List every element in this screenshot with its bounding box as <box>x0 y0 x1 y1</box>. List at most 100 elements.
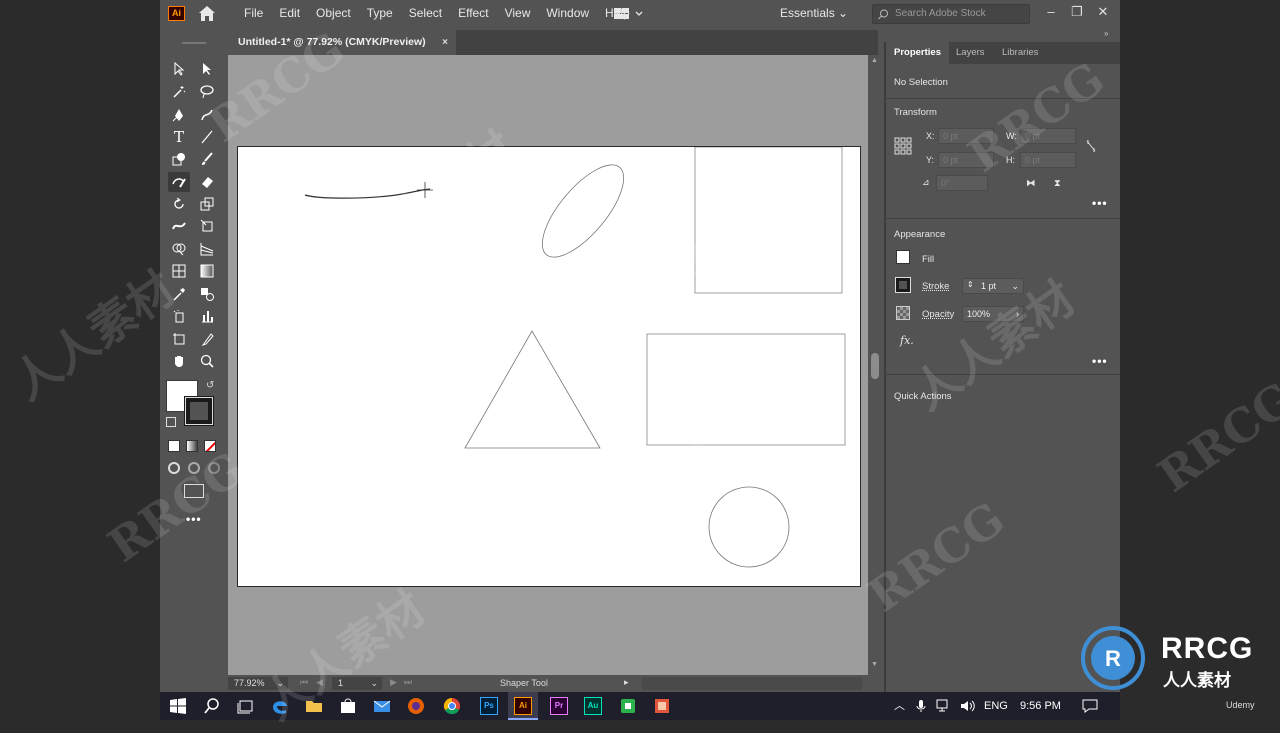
stroke-label[interactable]: Stroke <box>922 281 949 292</box>
menu-window[interactable]: Window <box>538 0 597 27</box>
width-tool-icon[interactable] <box>168 216 190 236</box>
document-tab[interactable]: Untitled-1* @ 77.92% (CMYK/Preview) × <box>228 30 456 55</box>
constrain-proportions-icon[interactable] <box>1084 138 1098 154</box>
column-graph-tool-icon[interactable] <box>196 306 218 326</box>
eraser-tool-icon[interactable] <box>196 172 218 192</box>
last-artboard-icon[interactable]: ⏭ <box>404 677 412 688</box>
premiere-icon[interactable]: Pr <box>550 697 568 715</box>
y-field[interactable]: 0 pt <box>938 152 994 168</box>
color-mode-icon[interactable] <box>168 440 180 452</box>
perspective-grid-tool-icon[interactable] <box>196 239 218 259</box>
task-view-icon[interactable] <box>236 696 256 716</box>
close-tab-icon[interactable]: × <box>442 30 448 55</box>
status-menu-icon[interactable]: ▸ <box>624 677 629 688</box>
microphone-icon[interactable] <box>916 699 926 713</box>
collapse-panels-icon[interactable]: » <box>1104 29 1108 38</box>
illustrator-icon[interactable]: Ai <box>514 697 532 715</box>
minimize-button[interactable]: – <box>1040 2 1062 22</box>
artboard[interactable] <box>237 146 861 587</box>
tab-libraries[interactable]: Libraries <box>994 42 1046 64</box>
scroll-up-icon[interactable]: ▲ <box>871 57 878 64</box>
arrange-documents-icon[interactable] <box>610 7 646 20</box>
store-icon[interactable] <box>338 696 358 716</box>
magic-wand-tool-icon[interactable] <box>168 82 190 102</box>
clock[interactable]: 9:56 PM <box>1020 692 1061 720</box>
flip-vertical-icon[interactable]: ⧗ <box>1054 178 1061 189</box>
zoom-select[interactable]: 77.92% ⌄ <box>228 677 288 690</box>
x-field[interactable]: 0 pt <box>938 128 994 144</box>
search-icon[interactable] <box>202 696 222 716</box>
vertical-scroll-thumb[interactable] <box>871 353 879 379</box>
selection-tool-icon[interactable] <box>168 59 190 79</box>
search-adobe-stock-input[interactable]: Search Adobe Stock <box>872 4 1030 24</box>
screen-mode-icon[interactable] <box>184 484 204 498</box>
photoshop-icon[interactable]: Ps <box>480 697 498 715</box>
draw-normal-icon[interactable] <box>168 462 180 474</box>
swap-fill-stroke-icon[interactable]: ↺ <box>206 380 214 391</box>
network-icon[interactable] <box>936 699 952 713</box>
home-icon[interactable] <box>198 5 216 22</box>
pen-tool-icon[interactable] <box>168 105 190 125</box>
slice-tool-icon[interactable] <box>196 329 218 349</box>
reference-point-icon[interactable] <box>894 137 912 155</box>
edge-icon[interactable] <box>270 696 290 716</box>
stroke-swatch[interactable] <box>895 277 911 293</box>
horizontal-scrollbar[interactable] <box>642 677 862 690</box>
gradient-tool-icon[interactable] <box>196 261 218 281</box>
eyedropper-tool-icon[interactable] <box>168 284 190 304</box>
stepper-icon[interactable]: ⇕ <box>967 278 974 292</box>
default-colors-icon[interactable] <box>166 417 176 427</box>
draw-behind-icon[interactable] <box>188 462 200 474</box>
artboard-tool-icon[interactable] <box>168 329 190 349</box>
toolbar-grip[interactable] <box>182 42 206 44</box>
blend-tool-icon[interactable] <box>196 284 218 304</box>
flip-horizontal-icon[interactable]: ⧓ <box>1026 178 1036 189</box>
appearance-more-icon[interactable]: ••• <box>1092 354 1108 368</box>
language-indicator[interactable]: ENG <box>984 692 1008 720</box>
tray-chevron-up-icon[interactable]: ︿ <box>894 692 905 720</box>
menu-select[interactable]: Select <box>401 0 450 27</box>
workspace-switcher[interactable]: Essentials ⌄ <box>780 6 848 20</box>
file-explorer-icon[interactable] <box>304 696 324 716</box>
type-tool-icon[interactable]: T <box>168 127 190 147</box>
mail-icon[interactable] <box>372 696 392 716</box>
fill-swatch[interactable] <box>896 250 910 264</box>
h-field[interactable]: 0 pt <box>1020 152 1076 168</box>
tab-properties[interactable]: Properties <box>886 42 949 64</box>
rotate-tool-icon[interactable] <box>168 194 190 214</box>
camtasia-icon[interactable] <box>618 696 638 716</box>
opacity-field[interactable]: 100% › <box>962 306 1024 322</box>
symbol-sprayer-tool-icon[interactable] <box>168 306 190 326</box>
audition-icon[interactable]: Au <box>584 697 602 715</box>
hand-tool-icon[interactable] <box>168 351 190 371</box>
direct-selection-tool-icon[interactable] <box>196 59 218 79</box>
shape-tool-icon[interactable] <box>168 149 190 169</box>
draw-inside-icon[interactable] <box>208 462 220 474</box>
prev-artboard-icon[interactable]: ◀ <box>316 677 323 688</box>
edit-toolbar-icon[interactable]: ••• <box>186 512 202 526</box>
firefox-icon[interactable] <box>406 696 426 716</box>
lasso-tool-icon[interactable] <box>196 82 218 102</box>
shape-builder-tool-icon[interactable] <box>168 239 190 259</box>
volume-icon[interactable] <box>960 699 976 713</box>
curvature-tool-icon[interactable] <box>196 105 218 125</box>
menu-type[interactable]: Type <box>359 0 401 27</box>
chrome-icon[interactable] <box>442 696 462 716</box>
notifications-icon[interactable] <box>1082 698 1098 714</box>
menu-file[interactable]: File <box>236 0 271 27</box>
restore-button[interactable]: ❐ <box>1066 2 1088 22</box>
none-mode-icon[interactable] <box>204 440 216 452</box>
fx-icon[interactable]: fx. <box>900 334 914 347</box>
menu-effect[interactable]: Effect <box>450 0 496 27</box>
paintbrush-tool-icon[interactable] <box>196 149 218 169</box>
next-artboard-icon[interactable]: ▶ <box>390 677 397 688</box>
free-transform-tool-icon[interactable] <box>196 216 218 236</box>
artboard-number-select[interactable]: 1 ⌄ <box>332 677 382 690</box>
close-window-button[interactable]: ✕ <box>1092 2 1114 22</box>
scale-tool-icon[interactable] <box>196 194 218 214</box>
mesh-tool-icon[interactable] <box>168 261 190 281</box>
shaper-tool-icon[interactable] <box>168 172 190 192</box>
stroke-color-swatch[interactable] <box>184 396 214 426</box>
tab-layers[interactable]: Layers <box>948 42 993 64</box>
menu-view[interactable]: View <box>497 0 539 27</box>
